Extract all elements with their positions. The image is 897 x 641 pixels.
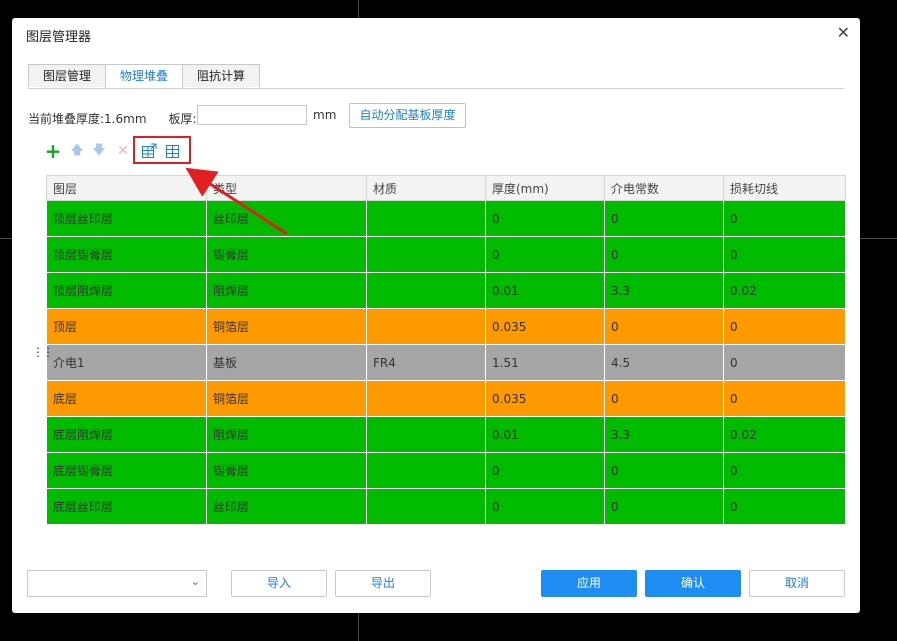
stack-info-row: 当前堆叠厚度:1.6mm 板厚: xyxy=(28,106,197,130)
title-bar: 图层管理器 ✕ xyxy=(12,18,860,50)
cell-dielectric[interactable]: 0 xyxy=(604,452,724,489)
stack-table: 图层 类型 材质 厚度(mm) 介电常数 损耗切线 顶层丝印层 丝印层 0 0 … xyxy=(46,175,846,525)
move-down-icon[interactable]: 🡇 xyxy=(90,140,108,162)
highlight-box xyxy=(133,136,191,164)
cell-dielectric[interactable]: 0 xyxy=(604,380,724,417)
cell-dielectric[interactable]: 4.5 xyxy=(604,344,724,381)
cell-type[interactable]: 阻焊层 xyxy=(206,272,367,309)
cell-thickness[interactable]: 0.01 xyxy=(485,416,605,453)
cell-type[interactable]: 基板 xyxy=(206,344,367,381)
table-row[interactable]: 底层 铜箔层 0.035 0 0 xyxy=(46,380,846,417)
window-title: 图层管理器 xyxy=(26,30,92,45)
cell-material[interactable] xyxy=(366,308,486,345)
column-header[interactable]: 图层 xyxy=(46,175,207,201)
cell-material[interactable]: FR4 xyxy=(366,344,486,381)
delete-icon[interactable]: ✕ xyxy=(114,140,132,162)
current-thickness-label: 当前堆叠厚度:1.6mm xyxy=(28,111,147,126)
cell-type[interactable]: 锡膏层 xyxy=(206,236,367,273)
cell-loss-tangent[interactable]: 0 xyxy=(723,488,846,525)
table-row[interactable]: 顶层阻焊层 阻焊层 0.01 3.3 0.02 xyxy=(46,272,846,309)
cell-loss-tangent[interactable]: 0.02 xyxy=(723,272,846,309)
tab-divider xyxy=(28,88,844,89)
board-thickness-label: 板厚: xyxy=(168,111,197,126)
cell-type[interactable]: 铜箔层 xyxy=(206,308,367,345)
cell-loss-tangent[interactable]: 0 xyxy=(723,344,846,381)
column-header[interactable]: 厚度(mm) xyxy=(485,175,605,201)
column-header[interactable]: 介电常数 xyxy=(604,175,724,201)
cancel-button[interactable]: 取消 xyxy=(749,570,845,597)
cell-layer[interactable]: 顶层 xyxy=(46,308,207,345)
cell-loss-tangent[interactable]: 0 xyxy=(723,236,846,273)
cell-layer[interactable]: 底层丝印层 xyxy=(46,488,207,525)
chevron-down-icon: ⌄ xyxy=(190,575,200,588)
table-header-row: 图层 类型 材质 厚度(mm) 介电常数 损耗切线 xyxy=(46,175,846,201)
cell-material[interactable] xyxy=(366,380,486,417)
apply-button[interactable]: 应用 xyxy=(541,570,637,597)
cell-dielectric[interactable]: 0 xyxy=(604,488,724,525)
cell-thickness[interactable]: 1.51 xyxy=(485,344,605,381)
cell-layer[interactable]: 顶层锡膏层 xyxy=(46,236,207,273)
cell-type[interactable]: 锡膏层 xyxy=(206,452,367,489)
cell-material[interactable] xyxy=(366,452,486,489)
cell-layer[interactable]: 底层阻焊层 xyxy=(46,416,207,453)
cell-type[interactable]: 铜箔层 xyxy=(206,380,367,417)
cell-thickness[interactable]: 0 xyxy=(485,236,605,273)
export-button[interactable]: 导出 xyxy=(335,570,431,597)
cell-layer[interactable]: 底层 xyxy=(46,380,207,417)
layer-manager-dialog: 图层管理器 ✕ 图层管理 物理堆叠 阻抗计算 当前堆叠厚度:1.6mm 板厚: … xyxy=(12,18,860,613)
cell-type[interactable]: 丝印层 xyxy=(206,488,367,525)
cell-dielectric[interactable]: 0 xyxy=(604,200,724,237)
cell-dielectric[interactable]: 3.3 xyxy=(604,416,724,453)
cell-loss-tangent[interactable]: 0 xyxy=(723,308,846,345)
cell-layer[interactable]: 介电1 xyxy=(46,344,207,381)
cell-thickness[interactable]: 0.01 xyxy=(485,272,605,309)
board-thickness-input[interactable] xyxy=(197,105,307,125)
table-row[interactable]: 顶层丝印层 丝印层 0 0 0 xyxy=(46,200,846,237)
cell-material[interactable] xyxy=(366,236,486,273)
column-header[interactable]: 损耗切线 xyxy=(723,175,846,201)
table-row[interactable]: 底层锡膏层 锡膏层 0 0 0 xyxy=(46,452,846,489)
cell-dielectric[interactable]: 3.3 xyxy=(604,272,724,309)
confirm-button[interactable]: 确认 xyxy=(645,570,741,597)
table-row[interactable]: 顶层锡膏层 锡膏层 0 0 0 xyxy=(46,236,846,273)
tab-bar: 图层管理 物理堆叠 阻抗计算 xyxy=(28,64,261,88)
table-row[interactable]: 介电1 基板 FR4 1.51 4.5 0 xyxy=(46,344,846,381)
cell-loss-tangent[interactable]: 0 xyxy=(723,200,846,237)
cell-thickness[interactable]: 0 xyxy=(485,488,605,525)
footer-select[interactable]: ⌄ xyxy=(27,570,207,597)
cell-material[interactable] xyxy=(366,200,486,237)
import-button[interactable]: 导入 xyxy=(231,570,327,597)
cell-thickness[interactable]: 0 xyxy=(485,452,605,489)
cell-material[interactable] xyxy=(366,272,486,309)
cell-dielectric[interactable]: 0 xyxy=(604,308,724,345)
table-row[interactable]: 顶层 铜箔层 0.035 0 0 xyxy=(46,308,846,345)
unit-label: mm xyxy=(313,108,337,122)
cell-type[interactable]: 阻焊层 xyxy=(206,416,367,453)
cell-loss-tangent[interactable]: 0 xyxy=(723,380,846,417)
cell-thickness[interactable]: 0.035 xyxy=(485,380,605,417)
tab-impedance-calc[interactable]: 阻抗计算 xyxy=(182,64,261,87)
cell-dielectric[interactable]: 0 xyxy=(604,236,724,273)
cell-thickness[interactable]: 0 xyxy=(485,200,605,237)
cell-loss-tangent[interactable]: 0 xyxy=(723,452,846,489)
cell-layer[interactable]: 顶层丝印层 xyxy=(46,200,207,237)
tab-physical-stack[interactable]: 物理堆叠 xyxy=(105,64,184,88)
table-row[interactable]: 底层丝印层 丝印层 0 0 0 xyxy=(46,488,846,525)
cell-type[interactable]: 丝印层 xyxy=(206,200,367,237)
column-header[interactable]: 材质 xyxy=(366,175,486,201)
column-header[interactable]: 类型 xyxy=(206,175,367,201)
cell-layer[interactable]: 底层锡膏层 xyxy=(46,452,207,489)
cell-loss-tangent[interactable]: 0.02 xyxy=(723,416,846,453)
cell-material[interactable] xyxy=(366,488,486,525)
add-icon[interactable]: + xyxy=(44,140,62,162)
move-up-icon[interactable]: 🡅 xyxy=(68,140,86,162)
table-row[interactable]: 底层阻焊层 阻焊层 0.01 3.3 0.02 xyxy=(46,416,846,453)
cell-material[interactable] xyxy=(366,416,486,453)
drag-handle-icon[interactable]: ⋮⋮ xyxy=(32,346,54,358)
auto-assign-thickness-button[interactable]: 自动分配基板厚度 xyxy=(349,103,466,128)
cell-layer[interactable]: 顶层阻焊层 xyxy=(46,272,207,309)
cell-thickness[interactable]: 0.035 xyxy=(485,308,605,345)
close-icon[interactable]: ✕ xyxy=(837,24,850,42)
tab-layer-management[interactable]: 图层管理 xyxy=(28,64,107,87)
